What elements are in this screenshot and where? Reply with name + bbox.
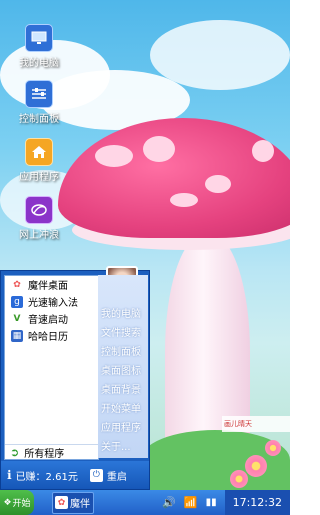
mushroom-spot xyxy=(252,140,274,162)
input-method-icon: g xyxy=(11,295,23,308)
mushroom-spot xyxy=(95,145,133,167)
all-programs-label: 所有程序 xyxy=(24,449,65,460)
desktop-icon-label: 网上冲浪 xyxy=(19,230,59,241)
start-menu-item-input-method[interactable]: g 光速输入法 xyxy=(5,293,98,310)
taskbar-button-moban[interactable]: ✿ 魔伴 xyxy=(52,491,94,514)
menu-item-label: 音速启动 xyxy=(28,315,68,326)
calendar-icon: ▦ xyxy=(11,329,23,342)
place-file-search[interactable]: 文件搜索 xyxy=(98,324,148,343)
all-programs[interactable]: ➲ 所有程序 xyxy=(5,444,98,460)
wifi-icon[interactable]: 📶 xyxy=(184,496,198,509)
mushroom-spot xyxy=(170,193,198,207)
flower xyxy=(230,470,248,488)
flower-icon: ✿ xyxy=(55,496,68,509)
battery-icon[interactable]: ▮▮ xyxy=(206,497,217,508)
arrow-right-icon: ➲ xyxy=(10,446,20,459)
v-launch-icon: V xyxy=(11,312,23,325)
restart-button[interactable]: ⏻ 重启 xyxy=(89,468,127,483)
mushroom-spot xyxy=(143,136,175,162)
desktop-icon-label: 控制面板 xyxy=(19,114,59,125)
place-about[interactable]: 关于... xyxy=(98,438,148,457)
start-button[interactable]: ❖ 开始 xyxy=(0,490,34,515)
menu-item-label: 魔伴桌面 xyxy=(28,281,68,292)
start-menu-item-calendar[interactable]: ▦ 哈哈日历 xyxy=(5,327,98,344)
place-desktop-background[interactable]: 桌面背景 xyxy=(98,381,148,400)
place-applications[interactable]: 应用程序 xyxy=(98,419,148,438)
start-menu-places: 我的电脑 文件搜索 控制面板 桌面图标 桌面背景 开始菜单 应用程序 关于... xyxy=(98,275,148,458)
info-icon: ℹ xyxy=(7,468,12,482)
browser-icon xyxy=(25,196,53,224)
earnings-label: 已赚：2.61元 xyxy=(15,471,78,483)
flower xyxy=(265,440,281,456)
place-control-panel[interactable]: 控制面板 xyxy=(98,343,148,362)
system-tray: 🔊 📶 ▮▮ 17:12:32 xyxy=(162,490,290,515)
start-menu-item-moban-desktop[interactable]: ✿ 魔伴桌面 xyxy=(5,276,98,293)
volume-icon[interactable]: 🔊 xyxy=(162,496,176,509)
watermark: 画儿晴天 xyxy=(222,416,290,432)
clock[interactable]: 17:12:32 xyxy=(224,490,290,515)
windows-flag-icon: ❖ xyxy=(3,497,12,508)
start-menu: ✿ 魔伴桌面 g 光速输入法 V 音速启动 ▦ 哈哈日历 ➲ 所有程序 我的电脑… xyxy=(0,266,150,490)
desktop-icon-control-panel[interactable]: 控制面板 xyxy=(3,80,75,125)
desktop-icon-applications[interactable]: 应用程序 xyxy=(3,138,75,183)
flower xyxy=(245,455,267,477)
desktop-icon-web-surf[interactable]: 网上冲浪 xyxy=(3,196,75,241)
grass xyxy=(140,430,290,490)
house-icon xyxy=(25,138,53,166)
restart-label: 重启 xyxy=(106,471,127,483)
desktop-icon-label: 应用程序 xyxy=(19,172,59,183)
taskbar: ❖ 开始 ✿ 魔伴 🔊 📶 ▮▮ 17:12:32 xyxy=(0,490,290,515)
start-menu-programs: ✿ 魔伴桌面 g 光速输入法 V 音速启动 ▦ 哈哈日历 ➲ 所有程序 xyxy=(4,275,99,460)
flower-icon: ✿ xyxy=(11,278,23,291)
place-my-computer[interactable]: 我的电脑 xyxy=(98,305,148,324)
desktop-icon-label: 我的电脑 xyxy=(19,58,59,69)
control-panel-icon xyxy=(25,80,53,108)
computer-icon xyxy=(25,24,53,52)
start-menu-item-quick-launch[interactable]: V 音速启动 xyxy=(5,310,98,327)
place-desktop-icons[interactable]: 桌面图标 xyxy=(98,362,148,381)
menu-item-label: 哈哈日历 xyxy=(28,332,68,343)
desktop-icon-my-computer[interactable]: 我的电脑 xyxy=(3,24,75,69)
start-label: 开始 xyxy=(12,499,31,509)
mushroom-cap xyxy=(58,118,290,238)
power-icon: ⏻ xyxy=(89,468,103,482)
mushroom-spot xyxy=(205,175,231,193)
cloud xyxy=(150,20,290,90)
taskbar-button-label: 魔伴 xyxy=(70,499,90,510)
place-start-menu[interactable]: 开始菜单 xyxy=(98,400,148,419)
start-menu-footer: ℹ 已赚：2.61元 ⏻ 重启 xyxy=(1,461,149,489)
menu-item-label: 光速输入法 xyxy=(28,298,78,309)
